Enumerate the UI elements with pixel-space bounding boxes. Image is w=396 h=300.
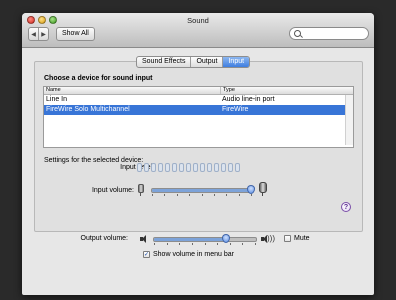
mic-high-icon <box>259 182 267 196</box>
forward-arrow-icon[interactable]: ▶ <box>38 28 48 40</box>
tab-sound-effects[interactable]: Sound Effects <box>137 57 190 67</box>
tab-bar: Sound Effects Output Input <box>136 56 251 68</box>
input-level-segment <box>186 163 191 172</box>
device-type: FireWire <box>222 106 249 113</box>
tab-input[interactable]: Input <box>222 57 250 67</box>
device-heading: Choose a device for sound input <box>44 75 153 82</box>
mute-label: Mute <box>294 235 310 242</box>
input-level-segment <box>158 163 163 172</box>
input-level-segment <box>137 163 142 172</box>
settings-label: Settings for the selected device: <box>44 157 144 164</box>
input-volume-ticks <box>152 194 252 196</box>
search-input[interactable] <box>289 27 369 40</box>
titlebar: Sound ◀ ▶ Show All <box>22 13 374 48</box>
input-volume-label: Input volume: <box>91 187 134 194</box>
tab-output[interactable]: Output <box>190 57 222 67</box>
show-volume-label: Show volume in menu bar <box>153 251 234 258</box>
mute-checkbox[interactable] <box>284 235 291 242</box>
device-type: Audio line-in port <box>222 96 275 103</box>
nav-buttons: ◀ ▶ <box>28 27 49 41</box>
column-header-type[interactable]: Type <box>220 87 235 94</box>
input-level-segment <box>151 163 156 172</box>
output-volume-thumb[interactable] <box>221 234 230 243</box>
mic-low-icon <box>138 184 144 196</box>
input-level-segment <box>165 163 170 172</box>
search-icon <box>294 30 301 37</box>
table-row[interactable]: Line In Audio line-in port <box>44 95 353 105</box>
show-all-button[interactable]: Show All <box>56 27 95 41</box>
input-level-meter <box>137 163 240 172</box>
output-volume-ticks <box>154 243 256 245</box>
input-level-segment <box>221 163 226 172</box>
output-volume-label: Output volume: <box>80 235 128 242</box>
input-level-segment <box>228 163 233 172</box>
output-volume-fill <box>154 238 227 241</box>
input-level-segment <box>200 163 205 172</box>
speaker-high-icon: ))) <box>261 234 277 243</box>
input-level-segment <box>193 163 198 172</box>
show-volume-checkbox[interactable]: ✓ <box>143 251 150 258</box>
speaker-low-icon <box>140 234 150 243</box>
table-row-selected[interactable]: FireWire Solo Multichannel FireWire <box>44 105 353 115</box>
help-icon[interactable]: ? <box>341 202 351 212</box>
column-header-name[interactable]: Name <box>46 87 61 94</box>
input-volume-slider[interactable] <box>151 188 253 193</box>
input-level-segment <box>144 163 149 172</box>
device-name: Line In <box>46 96 68 103</box>
window-title: Sound <box>187 16 209 25</box>
back-arrow-icon[interactable]: ◀ <box>29 28 38 40</box>
device-table[interactable]: Name Type Line In Audio line-in port Fir… <box>43 86 354 148</box>
input-level-segment <box>214 163 219 172</box>
input-level-segment <box>172 163 177 172</box>
input-level-segment <box>207 163 212 172</box>
input-volume-fill <box>152 189 252 192</box>
sound-preferences-window: Sound ◀ ▶ Show All Sound Effects Output … <box>22 13 374 295</box>
device-name: FireWire Solo Multichannel <box>46 106 130 113</box>
input-level-segment <box>179 163 184 172</box>
output-volume-slider[interactable] <box>153 237 257 242</box>
table-scrollbar[interactable] <box>345 95 353 145</box>
input-level-segment <box>235 163 240 172</box>
table-header: Name Type <box>44 87 353 95</box>
